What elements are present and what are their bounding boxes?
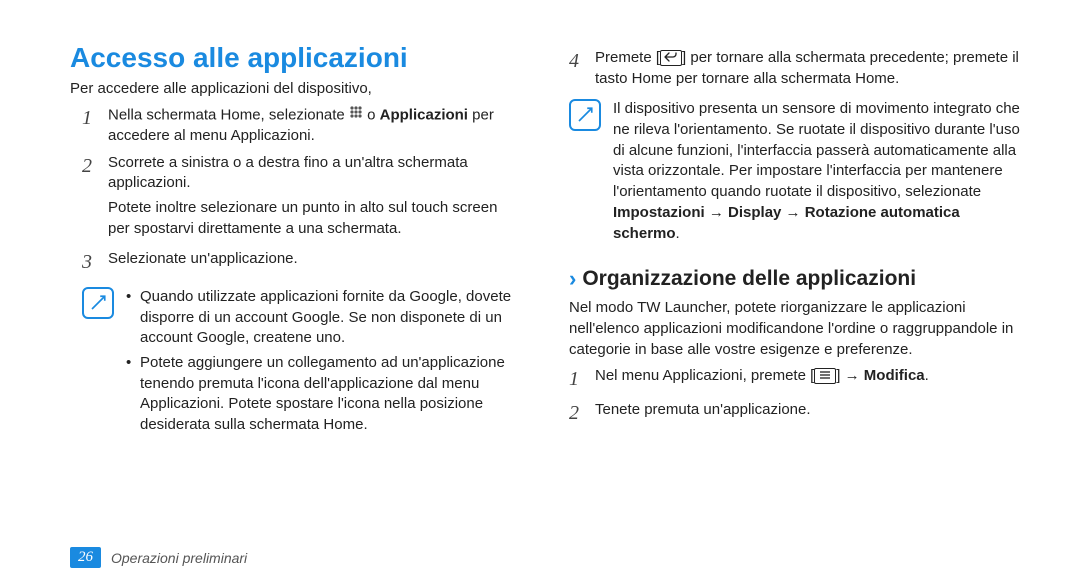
- step-number: 2: [569, 400, 585, 428]
- step-body: Nel menu Applicazioni, premete [] → Modi…: [595, 366, 1020, 394]
- step-number: 2: [82, 153, 98, 244]
- step-body: Tenete premuta un'applicazione.: [595, 400, 1020, 428]
- step-body: Nella schermata Home, selezionate o Appl…: [108, 105, 521, 147]
- page-number: 26: [70, 547, 101, 568]
- footer-section: Operazioni preliminari: [111, 550, 247, 566]
- step-1: 1 Nella schermata Home, selezionate o Ap…: [70, 105, 521, 147]
- substep-2: 2 Tenete premuta un'applicazione.: [569, 400, 1020, 428]
- step-body: Premete [] per tornare alla schermata pr…: [595, 48, 1020, 89]
- intro-text: Per accedere alle applicazioni del dispo…: [70, 80, 521, 97]
- subheading-row: › Organizzazione delle applicazioni: [569, 266, 1020, 292]
- left-column: Accesso alle applicazioni Per accedere a…: [70, 42, 521, 440]
- step-3: 3 Selezionate un'applicazione.: [70, 249, 521, 277]
- step-2: 2 Scorrete a sinistra o a destra fino a …: [70, 153, 521, 244]
- note-box-right: Il dispositivo presenta un sensore di mo…: [569, 99, 1020, 244]
- note-body: Quando utilizzate applicazioni fornite d…: [126, 287, 521, 440]
- chevron-right-icon: ›: [569, 266, 576, 292]
- step-body: Selezionate un'applicazione.: [108, 249, 521, 277]
- subheading-body: Nel modo TW Launcher, potete riorganizza…: [569, 298, 1020, 360]
- step-number: 1: [569, 366, 585, 394]
- menu-key-icon: [814, 368, 836, 384]
- back-key-icon: [660, 50, 682, 66]
- step-text: Scorrete a sinistra o a destra fino a un…: [108, 153, 521, 194]
- subheading-title: Organizzazione delle applicazioni: [582, 267, 916, 291]
- step-number: 3: [82, 249, 98, 277]
- note-icon: [82, 287, 114, 319]
- substep-1: 1 Nel menu Applicazioni, premete [] → Mo…: [569, 366, 1020, 394]
- step-4: 4 Premete [] per tornare alla schermata …: [569, 48, 1020, 89]
- note-box-left: Quando utilizzate applicazioni fornite d…: [70, 287, 521, 440]
- note-body: Il dispositivo presenta un sensore di mo…: [613, 99, 1020, 244]
- note-icon: [569, 99, 601, 131]
- page-footer: 26 Operazioni preliminari: [70, 547, 247, 568]
- step-number: 1: [82, 105, 98, 147]
- step-number: 4: [569, 48, 585, 89]
- note-item: Quando utilizzate applicazioni fornite d…: [126, 287, 521, 349]
- app-grid-icon: [349, 105, 363, 126]
- step-extra: Potete inoltre selezionare un punto in a…: [108, 198, 521, 239]
- note-item: Potete aggiungere un collegamento ad un'…: [126, 353, 521, 436]
- right-column: 4 Premete [] per tornare alla schermata …: [569, 42, 1020, 440]
- page-title: Accesso alle applicazioni: [70, 42, 521, 74]
- step-body: Scorrete a sinistra o a destra fino a un…: [108, 153, 521, 244]
